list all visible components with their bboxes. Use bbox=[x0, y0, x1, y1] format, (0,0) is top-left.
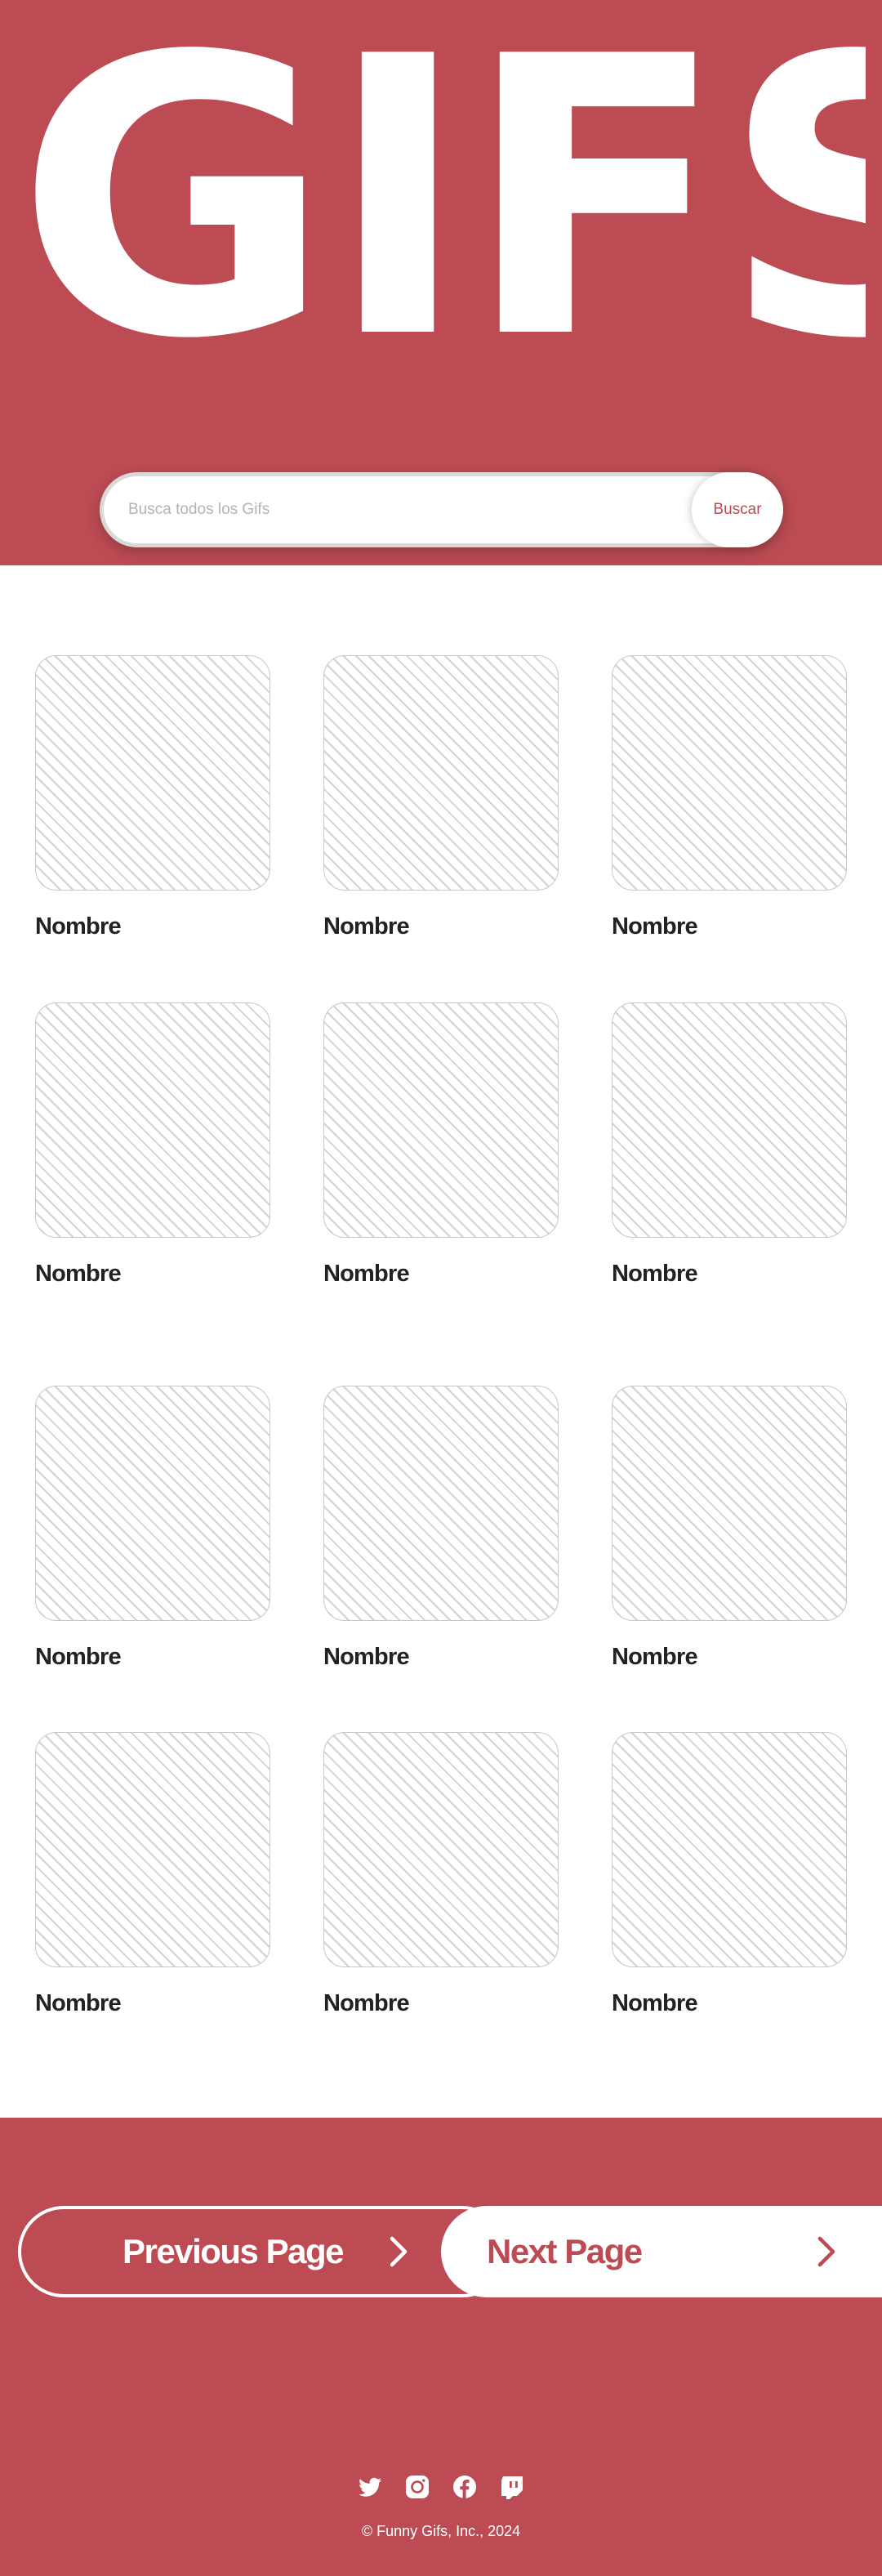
copyright-text: © Funny Gifs, Inc., 2024 bbox=[361, 2523, 521, 2539]
gif-thumbnail[interactable] bbox=[612, 1732, 847, 1967]
gif-thumbnail[interactable] bbox=[323, 1002, 559, 1238]
gif-name: Nombre bbox=[35, 1990, 122, 2016]
gif-thumbnail[interactable] bbox=[323, 1386, 559, 1621]
gif-name: Nombre bbox=[323, 1990, 410, 2016]
gif-name: Nombre bbox=[323, 913, 410, 940]
gif-name: Nombre bbox=[35, 1644, 122, 1670]
gif-name: Nombre bbox=[612, 913, 698, 940]
footer: Previous Page Next Page © Funny Gifs, In… bbox=[0, 2118, 882, 2576]
next-page-button[interactable]: Next Page bbox=[441, 2206, 882, 2297]
gif-card[interactable]: Nombre bbox=[35, 1732, 270, 2016]
gif-thumbnail[interactable] bbox=[612, 1002, 847, 1238]
chevron-right-icon bbox=[817, 2236, 835, 2267]
gif-card[interactable]: Nombre bbox=[612, 1002, 847, 1287]
gif-card[interactable]: Nombre bbox=[323, 1386, 559, 1670]
gif-name: Nombre bbox=[612, 1261, 698, 1287]
search-bar: Buscar bbox=[100, 472, 783, 547]
gif-name: Nombre bbox=[612, 1644, 698, 1670]
gif-thumbnail[interactable] bbox=[35, 1386, 270, 1621]
twitter-icon[interactable] bbox=[357, 2474, 383, 2500]
gif-card[interactable]: Nombre bbox=[35, 1386, 270, 1670]
gif-name: Nombre bbox=[612, 1990, 698, 2016]
gif-thumbnail[interactable] bbox=[323, 655, 559, 891]
social-links bbox=[0, 2474, 882, 2502]
gif-card[interactable]: Nombre bbox=[323, 1732, 559, 2016]
chevron-right-icon bbox=[390, 2236, 408, 2267]
gif-thumbnail[interactable] bbox=[35, 655, 270, 891]
search-button[interactable]: Buscar bbox=[692, 472, 783, 547]
gif-thumbnail[interactable] bbox=[35, 1002, 270, 1238]
gif-name: Nombre bbox=[323, 1644, 410, 1670]
search-field-container: Buscar bbox=[104, 472, 783, 547]
header: GIFS Buscar bbox=[0, 0, 882, 565]
gif-thumbnail[interactable] bbox=[612, 1386, 847, 1621]
previous-page-button[interactable]: Previous Page bbox=[18, 2206, 508, 2297]
gif-card[interactable]: Nombre bbox=[323, 655, 559, 940]
site-logo[interactable]: GIFS bbox=[16, 20, 866, 379]
gif-card[interactable]: Nombre bbox=[35, 655, 270, 940]
gif-name: Nombre bbox=[35, 913, 122, 940]
gif-thumbnail[interactable] bbox=[612, 655, 847, 891]
facebook-icon[interactable] bbox=[452, 2474, 478, 2500]
gif-card[interactable]: Nombre bbox=[323, 1002, 559, 1287]
gif-thumbnail[interactable] bbox=[323, 1732, 559, 1967]
search-input[interactable] bbox=[128, 476, 651, 543]
gif-card[interactable]: Nombre bbox=[612, 1386, 847, 1670]
gif-name: Nombre bbox=[35, 1261, 122, 1287]
gif-thumbnail[interactable] bbox=[35, 1732, 270, 1967]
previous-page-label: Previous Page bbox=[122, 2232, 344, 2270]
twitch-icon[interactable] bbox=[499, 2474, 525, 2500]
gif-name: Nombre bbox=[323, 1261, 410, 1287]
next-page-label: Next Page bbox=[487, 2232, 643, 2270]
instagram-icon[interactable] bbox=[404, 2474, 430, 2500]
gif-card[interactable]: Nombre bbox=[35, 1002, 270, 1287]
gif-card[interactable]: Nombre bbox=[612, 1732, 847, 2016]
gif-card[interactable]: Nombre bbox=[612, 655, 847, 940]
